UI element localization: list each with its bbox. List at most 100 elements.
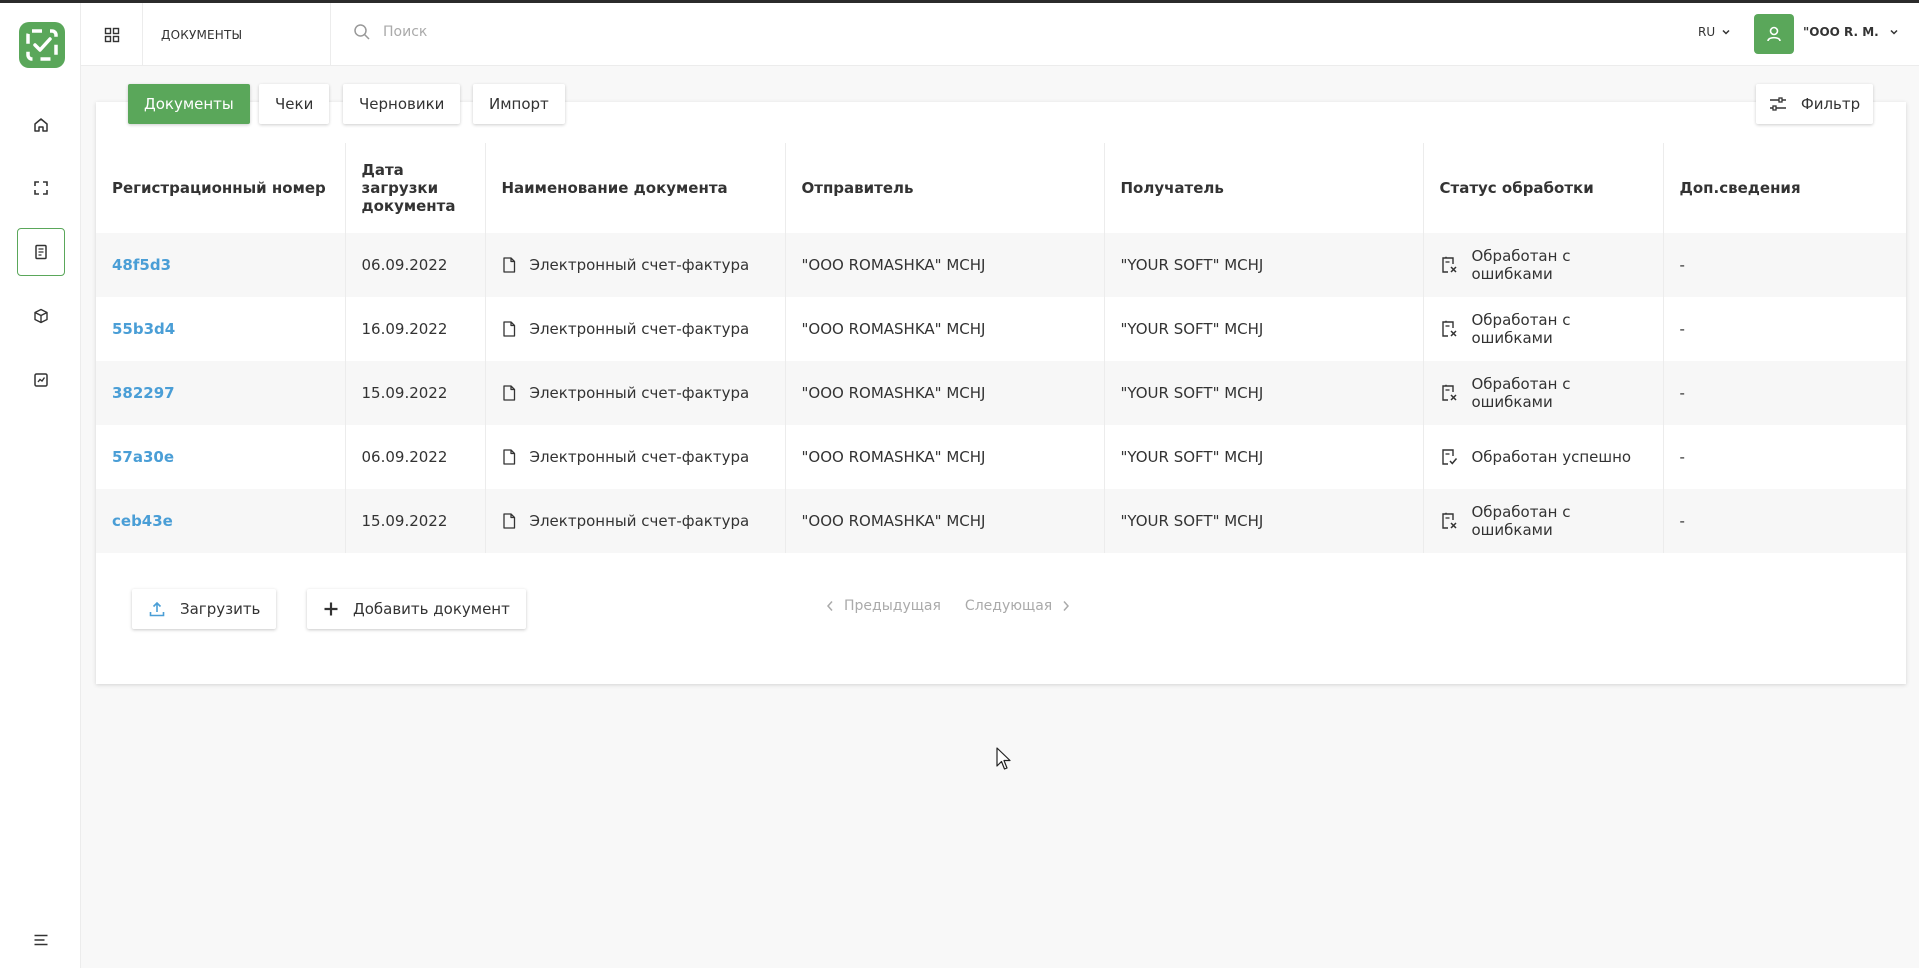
cell-status: Обработан с ошибками (1423, 489, 1664, 553)
file-icon (502, 321, 515, 337)
cell-recipient: "YOUR SOFT" MCHJ (1104, 425, 1424, 489)
doc-error-icon (1441, 512, 1457, 529)
doc-success-icon (1441, 449, 1457, 465)
search-input[interactable] (383, 24, 683, 40)
reg-number-link[interactable]: ceb43e (112, 512, 173, 530)
cell-date: 16.09.2022 (345, 297, 486, 361)
page-title: ДОКУМЕНТЫ (143, 3, 331, 66)
pagination: Предыдущая Следующая (826, 598, 1070, 614)
cell-recipient: "YOUR SOFT" MCHJ (1104, 233, 1424, 297)
table-row[interactable]: 48f5d3 06.09.2022 Электронный счет-фактура… (96, 233, 1906, 297)
cell-date: 15.09.2022 (345, 489, 486, 553)
cell-sender: "OOO ROMASHKA" MCHJ (785, 489, 1105, 553)
column-header-status[interactable]: Статус обработки (1423, 143, 1664, 233)
sidebar-item-scan[interactable] (17, 164, 65, 212)
doc-error-icon (1441, 320, 1457, 337)
column-header-extra[interactable]: Доп.сведения (1663, 143, 1906, 233)
filter-label: Фильтр (1800, 95, 1861, 113)
logo-check-icon (26, 29, 58, 61)
reg-number-link[interactable]: 55b3d4 (112, 320, 175, 338)
chevron-right-icon (1063, 601, 1070, 611)
cell-reg: 48f5d3 (96, 233, 346, 297)
cell-extra: - (1663, 297, 1906, 361)
filter-sliders-icon (1769, 97, 1786, 111)
sidebar-item-home[interactable] (17, 101, 65, 149)
reg-number-link[interactable]: 382297 (112, 384, 175, 402)
column-header-name[interactable]: Наименование документа (485, 143, 786, 233)
upload-label: Загрузить (180, 600, 261, 618)
home-icon (34, 118, 48, 132)
cell-status: Обработан с ошибками (1423, 361, 1664, 425)
sidebar-item-products[interactable] (17, 292, 65, 340)
table-row[interactable]: 55b3d4 16.09.2022 Электронный счет-фактура… (96, 297, 1906, 361)
cell-status: Обработан успешно (1423, 425, 1664, 489)
cell-sender: "OOO ROMASHKA" MCHJ (785, 297, 1105, 361)
cell-recipient: "YOUR SOFT" MCHJ (1104, 361, 1424, 425)
cell-sender: "OOO ROMASHKA" MCHJ (785, 425, 1105, 489)
app-logo[interactable] (19, 22, 65, 68)
prev-page-label: Предыдущая (844, 598, 941, 614)
column-header-date[interactable]: Дата загрузки документа (345, 143, 486, 233)
cube-icon (34, 308, 48, 324)
table-row[interactable]: ceb43e 15.09.2022 Электронный счет-фактура… (96, 489, 1906, 553)
upload-button[interactable]: Загрузить (132, 589, 277, 629)
document-name: Электронный счет-фактура (529, 512, 750, 530)
tab-receipts[interactable]: Чеки (259, 84, 330, 124)
status-text: Обработан с ошибками (1471, 503, 1571, 539)
file-icon (502, 385, 515, 401)
column-header-sender[interactable]: Отправитель (785, 143, 1105, 233)
table-row[interactable]: 382297 15.09.2022 Электронный счет-фактура… (96, 361, 1906, 425)
cell-reg: 55b3d4 (96, 297, 346, 361)
cell-reg: 382297 (96, 361, 346, 425)
document-name: Электронный счет-фактура (529, 320, 750, 338)
table-row[interactable]: 57a30e 06.09.2022 Электронный счет-фактура… (96, 425, 1906, 489)
topbar: ДОКУМЕНТЫ RU "OOO R. M. (81, 3, 1919, 66)
scan-icon (34, 181, 48, 195)
tab-label: Импорт (489, 95, 549, 113)
column-header-recipient[interactable]: Получатель (1104, 143, 1424, 233)
table-header-row: Регистрационный номер Дата загрузки доку… (96, 143, 1906, 233)
reg-number-link[interactable]: 57a30e (112, 448, 174, 466)
status-text: Обработан с ошибками (1471, 375, 1571, 411)
plus-icon (324, 602, 338, 616)
cell-sender: "OOO ROMASHKA" MCHJ (785, 361, 1105, 425)
sidebar-item-reports[interactable] (17, 356, 65, 404)
apps-button[interactable] (81, 3, 143, 66)
reg-number-link[interactable]: 48f5d3 (112, 256, 171, 274)
status-text: Обработан с ошибками (1471, 311, 1571, 347)
documents-table: Регистрационный номер Дата загрузки доку… (96, 143, 1906, 553)
user-menu[interactable]: "OOO R. M. (1803, 25, 1899, 39)
grid-icon (104, 27, 119, 42)
file-icon (502, 449, 515, 465)
prev-page-button[interactable]: Предыдущая (826, 598, 941, 614)
filter-button[interactable]: Фильтр (1756, 84, 1873, 124)
cell-name: Электронный счет-фактура (485, 489, 786, 553)
cell-recipient: "YOUR SOFT" MCHJ (1104, 489, 1424, 553)
status-text: Обработан успешно (1471, 448, 1632, 466)
chevron-left-icon (826, 601, 833, 611)
sidebar-menu-toggle[interactable] (17, 916, 65, 964)
cell-status: Обработан с ошибками (1423, 297, 1664, 361)
avatar[interactable] (1754, 14, 1794, 54)
user-icon (1767, 26, 1781, 42)
tab-import[interactable]: Импорт (473, 84, 565, 124)
cell-name: Электронный счет-фактура (485, 425, 786, 489)
user-name-label: "OOO R. M. (1803, 25, 1879, 39)
tab-documents[interactable]: Документы (128, 84, 250, 124)
document-name: Электронный счет-фактура (529, 384, 750, 402)
next-page-label: Следующая (964, 598, 1053, 614)
doc-error-icon (1441, 384, 1457, 401)
column-header-reg[interactable]: Регистрационный номер (96, 143, 346, 233)
add-document-label: Добавить документ (353, 600, 510, 618)
tab-drafts[interactable]: Черновики (343, 84, 461, 124)
language-label: RU (1698, 25, 1716, 39)
language-select[interactable]: RU (1698, 25, 1731, 39)
cell-sender: "OOO ROMASHKA" MCHJ (785, 233, 1105, 297)
next-page-button[interactable]: Следующая (965, 598, 1070, 614)
cell-status: Обработан с ошибками (1423, 233, 1664, 297)
sidebar-item-documents[interactable] (17, 228, 65, 276)
add-document-button[interactable]: Добавить документ (307, 589, 526, 629)
document-name: Электронный счет-фактура (529, 256, 750, 274)
search-icon (354, 24, 370, 40)
cell-recipient: "YOUR SOFT" MCHJ (1104, 297, 1424, 361)
